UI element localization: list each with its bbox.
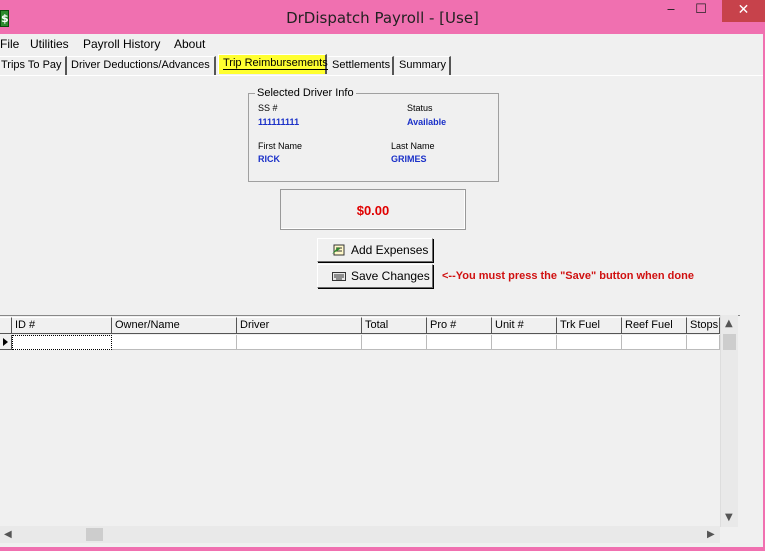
tab-label: Trip Reimbursements	[223, 57, 328, 70]
ssn-value: 111111111	[258, 117, 300, 127]
horizontal-scroll-thumb[interactable]	[86, 528, 103, 541]
expense-receipt-icon	[332, 244, 345, 256]
keyboard-save-icon	[332, 272, 346, 281]
menu-payroll-history[interactable]: Payroll History	[83, 37, 160, 51]
close-icon[interactable]: ✕	[722, 0, 765, 22]
app-window: $ DrDispatch Payroll - [Use] ‒ ☐ ✕ File …	[0, 0, 765, 551]
grid-cell-id[interactable]	[12, 335, 112, 350]
add-expenses-label: Add Expenses	[351, 243, 429, 257]
save-reminder-note: <--You must press the "Save" button when…	[442, 270, 694, 282]
scroll-left-icon[interactable]: ◀	[4, 529, 12, 540]
column-header-id[interactable]: ID #	[12, 317, 112, 334]
grid-cell-trk-fuel[interactable]	[557, 335, 622, 350]
vertical-scroll-thumb[interactable]	[723, 334, 736, 350]
grid-cell-total[interactable]	[362, 335, 427, 350]
grid-cell-pro[interactable]	[427, 335, 492, 350]
menu-about[interactable]: About	[174, 37, 205, 51]
menu-file[interactable]: File	[0, 37, 19, 51]
column-header-owner-name[interactable]: Owner/Name	[112, 317, 237, 334]
tab-trip-reimbursements[interactable]: Trip Reimbursements	[218, 54, 328, 74]
column-header-driver[interactable]: Driver	[237, 317, 362, 334]
tab-label: Trips To Pay	[1, 59, 62, 71]
tab-divider	[0, 75, 763, 76]
last-name-label: Last Name	[391, 141, 435, 151]
first-name-label: First Name	[258, 141, 303, 151]
add-expenses-button[interactable]: Add Expenses	[317, 238, 433, 262]
client-area: File Utilities Payroll History About Tri…	[0, 34, 763, 547]
scroll-right-icon[interactable]: ▶	[707, 529, 715, 540]
save-changes-label: Save Changes	[351, 269, 430, 283]
column-header-stops[interactable]: Stops	[687, 317, 720, 334]
column-header-reef-fuel[interactable]: Reef Fuel	[622, 317, 687, 334]
save-changes-button[interactable]: Save Changes	[317, 264, 433, 288]
minimize-icon[interactable]: ‒	[656, 0, 686, 22]
row-selector-arrow-icon[interactable]	[0, 335, 12, 350]
column-header-trk-fuel[interactable]: Trk Fuel	[557, 317, 622, 334]
tab-driver-deductions[interactable]: Driver Deductions/Advances	[67, 56, 216, 75]
grid-cell-reef-fuel[interactable]	[622, 335, 687, 350]
status-label: Status	[407, 103, 433, 113]
selected-driver-info-group: Selected Driver Info SS # 111111111 Stat…	[248, 87, 499, 182]
ssn-label: SS #	[258, 103, 278, 113]
scroll-up-icon[interactable]: ▲	[725, 318, 733, 329]
first-name-value: RICK	[258, 154, 280, 164]
total-amount: $0.00	[356, 203, 390, 218]
tab-label: Summary	[399, 59, 447, 71]
tab-strip: Trips To Pay Driver Deductions/Advances …	[0, 54, 763, 76]
tab-summary[interactable]: Summary	[395, 56, 451, 75]
maximize-icon[interactable]: ☐	[686, 0, 716, 22]
tab-label: Driver Deductions/Advances	[71, 59, 210, 71]
column-header-unit[interactable]: Unit #	[492, 317, 557, 334]
grid-cell-unit[interactable]	[492, 335, 557, 350]
window-title: DrDispatch Payroll - [Use]	[286, 9, 479, 27]
menu-bar: File Utilities Payroll History About	[0, 34, 763, 54]
row-header-corner	[0, 317, 12, 334]
group-legend: Selected Driver Info	[255, 87, 356, 99]
scroll-down-icon[interactable]: ▼	[725, 512, 733, 523]
grid-cell-stops[interactable]	[687, 335, 720, 350]
status-value: Available	[407, 117, 447, 127]
column-header-pro[interactable]: Pro #	[427, 317, 492, 334]
total-amount-box: $0.00	[280, 189, 466, 230]
grid-cell-owner-name[interactable]	[112, 335, 237, 350]
tab-label: Settlements	[332, 59, 391, 71]
tab-settlements[interactable]: Settlements	[328, 56, 394, 75]
tab-trips-to-pay[interactable]: Trips To Pay	[0, 56, 67, 75]
menu-utilities[interactable]: Utilities	[30, 37, 69, 51]
title-bar: $ DrDispatch Payroll - [Use] ‒ ☐ ✕	[0, 0, 765, 34]
grid-cell-driver[interactable]	[237, 335, 362, 350]
last-name-value: GRIMES	[391, 154, 427, 164]
column-header-total[interactable]: Total	[362, 317, 427, 334]
reimbursements-grid: ID # Owner/Name Driver Total Pro # Unit …	[0, 315, 740, 546]
horizontal-scrollbar[interactable]	[0, 526, 720, 543]
